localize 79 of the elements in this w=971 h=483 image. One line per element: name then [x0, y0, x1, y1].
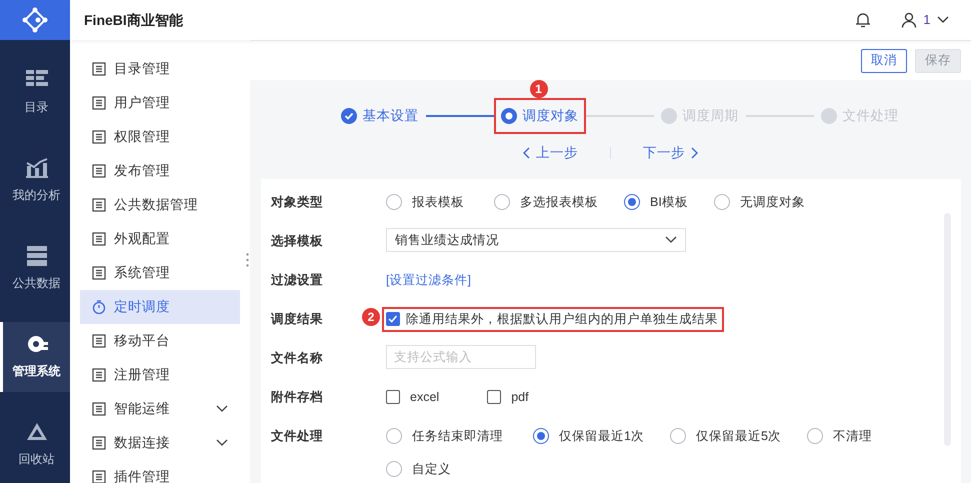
- menu-item[interactable]: 外观配置: [80, 222, 240, 256]
- step-dot-icon: [660, 108, 676, 124]
- checkbox-label: 除通用结果外，根据默认用户组内的用户单独生成结果: [406, 311, 718, 328]
- radio-option[interactable]: 仅保留最近1次: [533, 427, 644, 446]
- radio-option[interactable]: 仅保留最近5次: [670, 427, 781, 446]
- menu-icon: [92, 470, 106, 483]
- annotation-badge: 2: [362, 308, 380, 326]
- field-label: 调度结果: [271, 311, 324, 328]
- radio-option[interactable]: 无调度对象: [714, 193, 805, 212]
- next-link[interactable]: 下一步: [643, 142, 698, 164]
- step[interactable]: 基本设置: [334, 98, 426, 134]
- field-label: 文件处理: [271, 428, 324, 445]
- menu-item[interactable]: 权限管理: [80, 120, 240, 154]
- chevron-left-icon: [523, 147, 530, 159]
- previous-link[interactable]: 上一步: [523, 142, 578, 164]
- menu-icon: [92, 130, 106, 144]
- menu-icon: [92, 62, 106, 76]
- checkbox-option[interactable]: pdf: [487, 388, 529, 407]
- logo-icon: [22, 7, 48, 33]
- radio-option[interactable]: 任务结束即清理: [386, 427, 503, 446]
- menu-item[interactable]: 定时调度: [80, 290, 240, 324]
- check-circle-icon: [340, 108, 356, 124]
- field-label: 文件名称: [271, 350, 324, 367]
- menu-icon: [92, 402, 106, 416]
- menu-icon: [92, 368, 106, 382]
- menu-item[interactable]: 注册管理: [80, 358, 240, 392]
- rail-item[interactable]: 回收站: [0, 410, 70, 480]
- chevron-down-icon: [665, 236, 677, 244]
- rail-item[interactable]: 公共数据: [0, 234, 70, 304]
- radio-option[interactable]: 多选报表模板: [494, 193, 598, 212]
- menu-item[interactable]: 系统管理: [80, 256, 240, 290]
- bell-icon[interactable]: [854, 12, 871, 28]
- checkbox-option[interactable]: excel: [386, 388, 440, 407]
- template-dropdown[interactable]: 销售业绩达成情况: [386, 228, 686, 252]
- radio-option[interactable]: 不清理: [806, 427, 872, 446]
- menu-icon: [92, 96, 106, 110]
- menu-item[interactable]: 公共数据管理: [80, 188, 240, 222]
- menu-item[interactable]: 插件管理: [80, 460, 240, 483]
- menu-icon: [92, 164, 106, 178]
- field-label: 选择模板: [271, 233, 324, 250]
- menu-item[interactable]: 数据连接: [80, 426, 240, 460]
- field-label: 过滤设置: [271, 272, 324, 289]
- user-icon: [900, 12, 917, 28]
- menu-item[interactable]: 目录管理: [80, 52, 240, 86]
- menu-icon: [92, 436, 106, 450]
- timer-icon: [92, 300, 106, 314]
- app-title: FineBI商业智能: [84, 10, 183, 30]
- caret-icon: [937, 16, 949, 24]
- resize-handle-icon: [246, 253, 249, 267]
- menu-item[interactable]: 移动平台: [80, 324, 240, 358]
- radio-option[interactable]: 报表模板: [386, 193, 464, 212]
- menu-item[interactable]: 智能运维: [80, 392, 240, 426]
- step-dot-icon: [820, 108, 836, 124]
- rail-item[interactable]: 管理系统: [0, 322, 70, 392]
- rail-item[interactable]: 目录: [0, 58, 70, 128]
- step[interactable]: 调度对象: [494, 98, 586, 134]
- rail-item[interactable]: 我的分析: [0, 146, 70, 216]
- radio-option[interactable]: BI模板: [624, 193, 688, 212]
- chart-icon: [26, 158, 48, 178]
- menu-icon: [92, 266, 106, 280]
- triangle-icon: [26, 422, 48, 442]
- menu-icon: [92, 334, 106, 348]
- menu-icon: [92, 198, 106, 212]
- menu-item[interactable]: 用户管理: [80, 86, 240, 120]
- field-label: 对象类型: [271, 194, 324, 211]
- menu-icon: [92, 232, 106, 246]
- database-icon: [26, 246, 48, 266]
- radio-option[interactable]: 自定义: [386, 460, 451, 478]
- field-label: 附件存档: [271, 389, 324, 406]
- user-menu[interactable]: 1: [900, 10, 949, 30]
- checkbox[interactable]: [386, 312, 400, 326]
- file-name-field[interactable]: 支持公式输入: [386, 345, 536, 369]
- annotation-badge: 1: [530, 80, 548, 98]
- menu-item[interactable]: 发布管理: [80, 154, 240, 188]
- chevron-right-icon: [691, 147, 698, 159]
- cancel-button[interactable]: 取消: [861, 48, 907, 72]
- step-dot-icon: [500, 108, 516, 124]
- filter-link[interactable]: [设置过滤条件]: [386, 271, 471, 290]
- gear-icon: [26, 334, 48, 354]
